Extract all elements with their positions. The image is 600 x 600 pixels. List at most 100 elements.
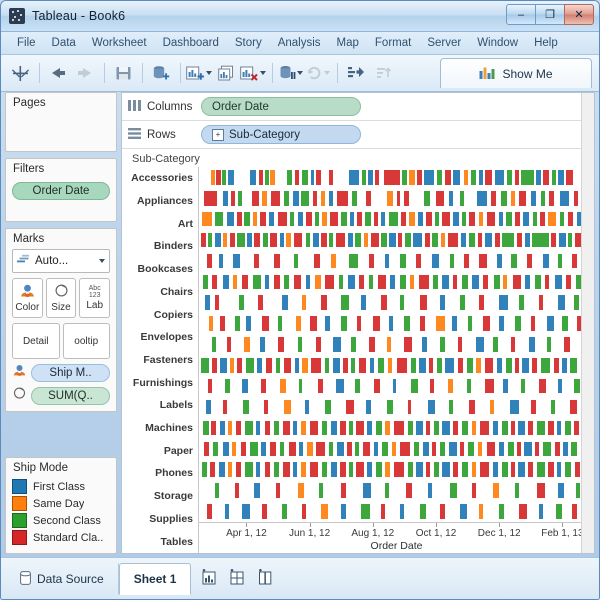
gantt-bar[interactable] xyxy=(335,232,346,248)
gantt-bar[interactable] xyxy=(276,483,281,498)
expand-plus-icon[interactable]: + xyxy=(212,128,224,141)
rows-pill-sub-category[interactable]: + Sub-Category xyxy=(201,125,361,144)
gantt-bar[interactable] xyxy=(362,483,371,498)
gantt-bar[interactable] xyxy=(349,462,354,477)
gantt-bar[interactable] xyxy=(201,462,208,477)
gantt-bar[interactable] xyxy=(499,211,504,227)
gantt-bar[interactable] xyxy=(453,211,459,227)
gantt-bar[interactable] xyxy=(461,232,467,248)
gantt-bar[interactable] xyxy=(524,441,532,457)
gantt-bar[interactable] xyxy=(390,274,395,290)
gantt-bar[interactable] xyxy=(462,420,468,436)
row-header-machines[interactable]: Machines xyxy=(122,417,198,440)
gantt-bar[interactable] xyxy=(432,253,440,269)
gantt-bar[interactable] xyxy=(401,211,406,227)
gantt-bar[interactable] xyxy=(439,441,446,457)
gantt-bar[interactable] xyxy=(409,274,415,290)
gantt-bar[interactable] xyxy=(505,358,512,373)
gantt-bar[interactable] xyxy=(522,358,530,373)
gantt-bar[interactable] xyxy=(518,191,527,206)
gantt-bar[interactable] xyxy=(269,211,275,227)
gantt-bar[interactable] xyxy=(333,337,342,352)
gantt-bar[interactable] xyxy=(300,462,307,477)
gantt-bar[interactable] xyxy=(493,274,500,290)
gantt-bar[interactable] xyxy=(405,232,411,248)
gantt-bar[interactable] xyxy=(532,232,549,248)
gantt-bar[interactable] xyxy=(293,191,299,206)
plot-row[interactable] xyxy=(199,438,594,459)
gantt-bar[interactable] xyxy=(494,232,500,248)
gantt-bar[interactable] xyxy=(368,253,374,269)
gantt-bar[interactable] xyxy=(506,211,512,227)
gantt-bar[interactable] xyxy=(240,441,246,457)
gantt-bar[interactable] xyxy=(262,316,269,331)
gantt-bar[interactable] xyxy=(467,316,472,331)
gantt-bar[interactable] xyxy=(312,191,318,206)
undo-arrow-icon[interactable] xyxy=(45,60,71,86)
gantt-bar[interactable] xyxy=(309,462,319,477)
gantt-bar[interactable] xyxy=(337,441,344,457)
gantt-bar[interactable] xyxy=(526,253,532,269)
gantt-bar[interactable] xyxy=(274,253,280,269)
rows-shelf[interactable]: Rows + Sub-Category xyxy=(122,121,594,149)
gantt-bar[interactable] xyxy=(262,232,268,248)
gantt-bar[interactable] xyxy=(325,399,331,415)
gantt-bar[interactable] xyxy=(413,441,419,457)
gantt-bar[interactable] xyxy=(252,274,261,290)
gantt-bar[interactable] xyxy=(439,504,445,519)
marks-pill-sum-quantity[interactable]: SUM(Q.. xyxy=(31,387,110,405)
gantt-bar[interactable] xyxy=(458,358,463,373)
gantt-bar[interactable] xyxy=(575,232,581,248)
gantt-bar[interactable] xyxy=(294,358,299,373)
plot-row[interactable] xyxy=(199,397,594,418)
gantt-bar[interactable] xyxy=(532,211,538,227)
gantt-bar[interactable] xyxy=(556,504,562,519)
gantt-bar[interactable] xyxy=(511,337,515,352)
gantt-bar[interactable] xyxy=(369,358,375,373)
gantt-bar[interactable] xyxy=(211,358,217,373)
gantt-bar[interactable] xyxy=(252,191,259,206)
gantt-bar[interactable] xyxy=(368,337,375,352)
gantt-bar[interactable] xyxy=(387,399,393,415)
new-worksheet-icon[interactable] xyxy=(186,60,212,86)
gantt-bar[interactable] xyxy=(274,274,280,290)
gantt-bar[interactable] xyxy=(521,378,526,394)
row-header-copiers[interactable]: Copiers xyxy=(122,303,198,326)
gantt-bar[interactable] xyxy=(219,420,226,436)
gantt-bar[interactable] xyxy=(551,232,557,248)
gantt-bar[interactable] xyxy=(425,211,433,227)
gantt-bar[interactable] xyxy=(413,232,422,248)
gantt-bar[interactable] xyxy=(400,441,410,457)
gantt-bar[interactable] xyxy=(540,191,545,206)
gantt-bar[interactable] xyxy=(511,420,515,436)
gantt-bar[interactable] xyxy=(515,358,519,373)
gantt-bar[interactable] xyxy=(445,358,455,373)
gantt-bar[interactable] xyxy=(558,295,565,310)
gantt-bar[interactable] xyxy=(548,211,557,227)
gantt-bar[interactable] xyxy=(410,358,416,373)
gantt-bar[interactable] xyxy=(330,462,338,477)
gantt-bar[interactable] xyxy=(566,274,572,290)
gantt-bar[interactable] xyxy=(528,420,534,436)
gantt-bar[interactable] xyxy=(480,420,489,436)
gantt-bar[interactable] xyxy=(428,399,436,415)
gantt-bar[interactable] xyxy=(325,274,335,290)
gantt-bar[interactable] xyxy=(236,211,242,227)
gantt-bar[interactable] xyxy=(548,462,554,477)
gantt-bar[interactable] xyxy=(279,441,285,457)
gantt-bar[interactable] xyxy=(259,211,267,227)
gantt-bar[interactable] xyxy=(293,462,297,477)
gantt-bar[interactable] xyxy=(360,504,370,519)
gantt-bar[interactable] xyxy=(409,211,415,227)
menu-item-data[interactable]: Data xyxy=(44,35,84,51)
gantt-bar[interactable] xyxy=(247,232,252,248)
gantt-bar[interactable] xyxy=(298,378,303,394)
gantt-bar[interactable] xyxy=(486,211,496,227)
gantt-bar[interactable] xyxy=(380,295,387,310)
maximize-button[interactable]: ❐ xyxy=(535,4,565,25)
gantt-bar[interactable] xyxy=(385,420,390,436)
gantt-bar[interactable] xyxy=(203,191,218,206)
gantt-bar[interactable] xyxy=(515,483,520,498)
gantt-bar[interactable] xyxy=(297,211,303,227)
gantt-bar[interactable] xyxy=(439,337,446,352)
